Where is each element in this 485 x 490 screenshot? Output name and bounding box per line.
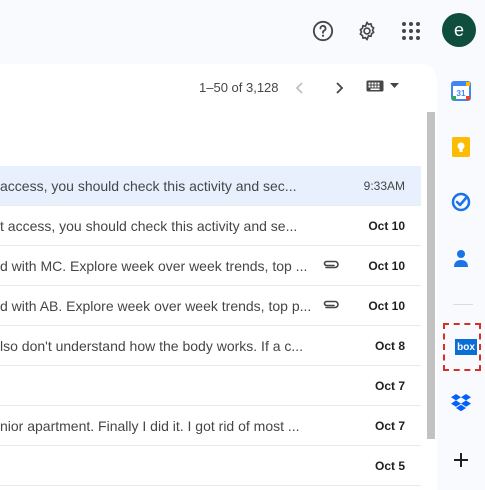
- chevron-right-icon: [336, 82, 344, 94]
- add-addon-button[interactable]: [449, 448, 473, 472]
- apps-grid-icon: [402, 22, 420, 40]
- scrollbar-thumb[interactable]: [427, 112, 435, 439]
- pagination-label: 1–50 of 3,128: [199, 80, 279, 95]
- calendar-day: 31: [457, 89, 466, 98]
- settings-icon: [359, 21, 375, 41]
- email-row[interactable]: d with AB. Explore week over week trends…: [0, 286, 421, 326]
- email-row[interactable]: Oct 5: [0, 446, 421, 486]
- email-date: Oct 7: [374, 379, 405, 393]
- chevron-left-icon: [295, 82, 303, 94]
- email-row[interactable]: nior apartment. Finally I did it. I got …: [0, 406, 421, 446]
- toolbar: 1–50 of 3,128: [0, 64, 437, 112]
- email-snippet: nior apartment. Finally I did it. I got …: [0, 418, 300, 434]
- email-date: 9:33AM: [363, 179, 405, 193]
- keep-icon: [452, 137, 470, 157]
- settings-button[interactable]: [350, 14, 384, 48]
- email-date: Oct 7: [374, 419, 405, 433]
- attachment-icon: [323, 260, 339, 269]
- email-date: Oct 10: [368, 259, 405, 273]
- apps-button[interactable]: [394, 14, 428, 48]
- email-date: Oct 10: [368, 299, 405, 313]
- side-panel: 31: [437, 64, 485, 490]
- inbox-panel: 1–50 of 3,128 access, you should check t…: [0, 64, 437, 490]
- dropbox-button[interactable]: [449, 391, 473, 415]
- help-button[interactable]: [306, 14, 340, 48]
- email-row[interactable]: access, you should check this activity a…: [0, 166, 421, 206]
- tasks-button[interactable]: [449, 190, 473, 214]
- email-snippet: t access, you should check this activity…: [0, 218, 298, 234]
- input-tools-button[interactable]: [366, 80, 399, 92]
- email-list: access, you should check this activity a…: [0, 166, 421, 486]
- email-date: Oct 10: [368, 219, 405, 233]
- help-icon: [312, 20, 334, 42]
- add-icon: [454, 453, 468, 467]
- email-date: Oct 8: [374, 339, 405, 353]
- email-date: Oct 5: [374, 459, 405, 473]
- caret-down-icon: [390, 83, 399, 88]
- email-row[interactable]: d with MC. Explore week over week trends…: [0, 246, 421, 286]
- side-divider: [453, 304, 473, 305]
- email-snippet: access, you should check this activity a…: [0, 178, 297, 194]
- tasks-icon: [451, 192, 471, 212]
- dropbox-icon: [451, 394, 471, 412]
- email-row[interactable]: Oct 7: [0, 366, 421, 406]
- contacts-icon: [454, 250, 468, 267]
- box-icon[interactable]: box: [455, 339, 477, 355]
- email-row[interactable]: t access, you should check this activity…: [0, 206, 421, 246]
- contacts-button[interactable]: [449, 246, 473, 270]
- email-snippet: lso don't understand how the body works.…: [0, 338, 304, 354]
- email-row[interactable]: lso don't understand how the body works.…: [0, 326, 421, 366]
- older-button[interactable]: [327, 76, 351, 100]
- email-snippet: d with MC. Explore week over week trends…: [0, 258, 308, 274]
- avatar[interactable]: e: [442, 13, 476, 47]
- email-snippet: d with AB. Explore week over week trends…: [0, 298, 310, 314]
- attachment-icon: [323, 300, 339, 309]
- calendar-icon: 31: [451, 81, 471, 101]
- keyboard-icon: [366, 80, 384, 92]
- keep-button[interactable]: [449, 135, 473, 159]
- calendar-button[interactable]: 31: [449, 79, 473, 103]
- newer-button[interactable]: [288, 76, 312, 100]
